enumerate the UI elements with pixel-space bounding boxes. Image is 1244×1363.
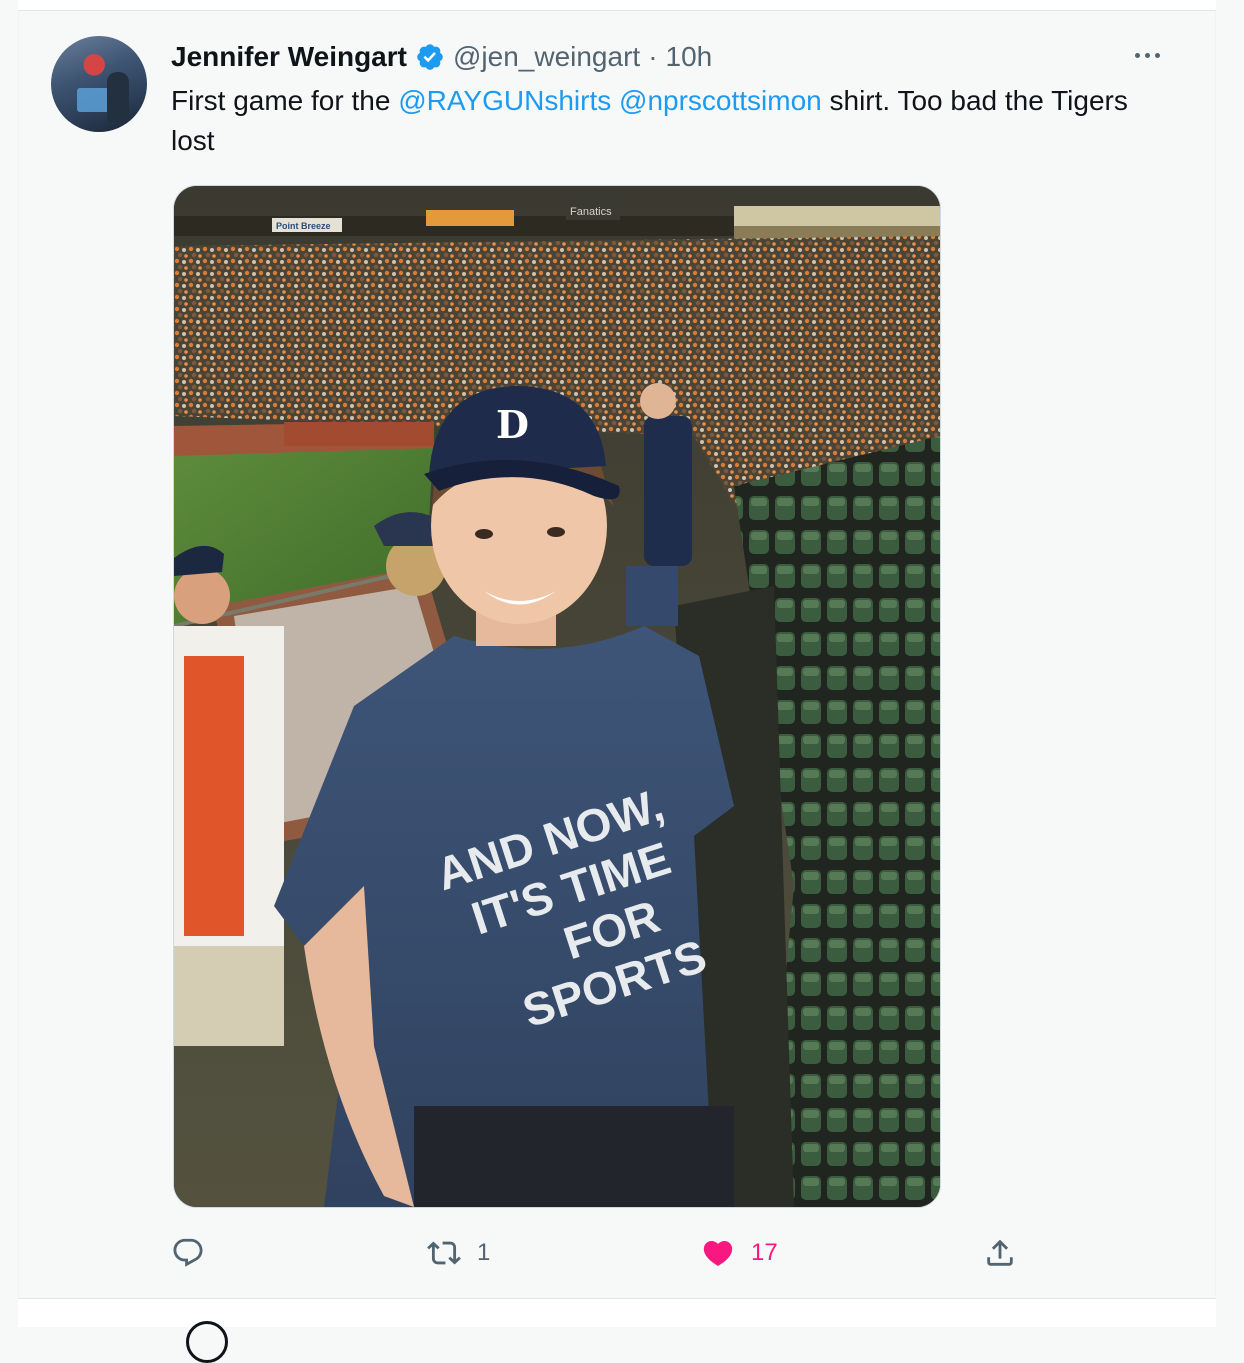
- previous-tweet-edge: [18, 0, 1216, 11]
- brick-wall: [284, 422, 434, 446]
- retweet-button[interactable]: 1: [427, 1233, 490, 1273]
- tweet-actions: 1 17: [171, 1233, 1031, 1273]
- next-tweet-edge: [18, 1298, 1216, 1363]
- tweet-text-space: [611, 85, 619, 116]
- mention-nprscottsimon[interactable]: @nprscottsimon: [619, 85, 822, 116]
- like-count: 17: [751, 1239, 778, 1266]
- tweet-text-start: First game for the: [171, 85, 399, 116]
- tweet-header: Jennifer Weingart @jen_weingart · 10h: [171, 37, 712, 77]
- svg-text:D: D: [496, 402, 529, 447]
- mention-raygunshirts[interactable]: @RAYGUNshirts: [398, 85, 611, 116]
- verified-badge-icon: [415, 42, 445, 72]
- tweet-photo[interactable]: Point Breeze Fanatics D AND NOW, IT'S TI…: [173, 185, 941, 1208]
- sign-point-breeze: Point Breeze: [276, 221, 331, 231]
- display-name[interactable]: Jennifer Weingart: [171, 41, 407, 73]
- more-options-icon[interactable]: [1129, 39, 1165, 71]
- tweet-card[interactable]: Jennifer Weingart @jen_weingart · 10h Fi…: [18, 11, 1216, 1296]
- reply-icon: [173, 1238, 203, 1267]
- heart-icon: [703, 1240, 733, 1266]
- next-tweet-avatar[interactable]: [186, 1321, 228, 1363]
- reply-button[interactable]: [171, 1233, 221, 1273]
- retweet-count: 1: [477, 1239, 491, 1266]
- share-icon: [987, 1239, 1013, 1266]
- avatar[interactable]: [51, 36, 147, 132]
- share-button[interactable]: [983, 1233, 1033, 1273]
- retweet-icon: [427, 1241, 461, 1265]
- tweet-text: First game for the @RAYGUNshirts @nprsco…: [171, 81, 1151, 161]
- timestamp[interactable]: 10h: [666, 41, 713, 73]
- separator: ·: [648, 41, 658, 72]
- avatar-person: [107, 72, 129, 122]
- handle[interactable]: @jen_weingart: [453, 41, 640, 73]
- like-button[interactable]: 17: [701, 1233, 778, 1273]
- sign-fanatics: Fanatics: [570, 206, 612, 218]
